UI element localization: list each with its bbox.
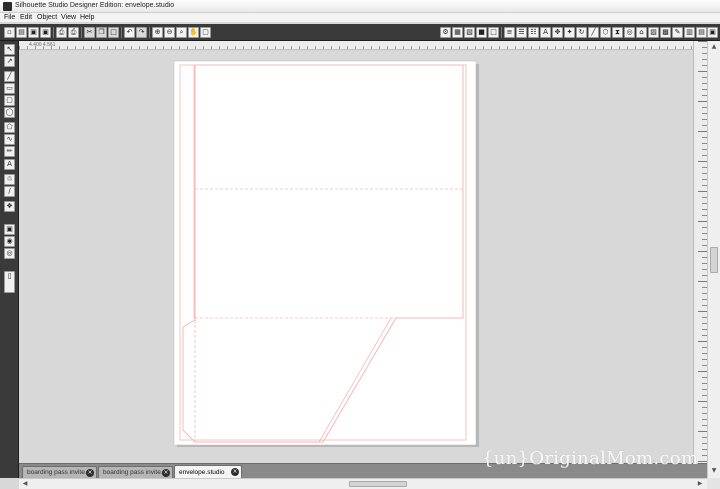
- vertical-scrollbar[interactable]: ▲ ▼: [707, 41, 720, 478]
- library-icon[interactable]: ◎: [624, 27, 635, 38]
- page-settings-icon[interactable]: ⚙: [440, 27, 451, 38]
- save-icon[interactable]: ▣: [28, 27, 39, 38]
- grid-settings-icon[interactable]: ▦: [452, 27, 463, 38]
- curve-tool-icon[interactable]: ∿: [4, 134, 15, 145]
- tab-boarding-pass-1[interactable]: boarding pass invite... ×: [22, 466, 97, 478]
- text-tool-icon[interactable]: A: [4, 159, 15, 170]
- scroll-down-icon[interactable]: ▼: [709, 466, 719, 476]
- scrollbar-corner: [707, 478, 720, 489]
- point-edit-icon[interactable]: ↗: [4, 56, 15, 67]
- cutting-mat-page: [173, 60, 477, 446]
- zoom-out-icon[interactable]: ⊖: [164, 27, 175, 38]
- undo-icon[interactable]: ↶: [124, 27, 135, 38]
- rounded-rect-tool-icon[interactable]: ▢: [4, 95, 15, 106]
- align-icon[interactable]: ☰: [516, 27, 527, 38]
- registration-icon[interactable]: ▧: [464, 27, 475, 38]
- new-document-icon[interactable]: ▫: [4, 27, 15, 38]
- cut-icon[interactable]: ✂: [84, 27, 95, 38]
- transform-icon[interactable]: ✥: [552, 27, 563, 38]
- select-tool-icon[interactable]: ↖: [4, 44, 15, 55]
- scroll-up-icon[interactable]: ▲: [709, 42, 719, 52]
- fill-pattern-icon[interactable]: ▩: [660, 27, 671, 38]
- vertical-scroll-thumb[interactable]: [710, 247, 718, 273]
- layers-icon[interactable]: ▣: [4, 224, 15, 235]
- scroll-right-icon[interactable]: ▶: [695, 479, 705, 489]
- pencil-icon[interactable]: ✎: [672, 27, 683, 38]
- menu-object[interactable]: Object: [37, 14, 57, 21]
- open-icon[interactable]: ▤: [16, 27, 27, 38]
- online-store-icon[interactable]: ◎: [4, 248, 15, 259]
- tab-boarding-pass-2[interactable]: boarding pass invite... ×: [98, 466, 173, 478]
- print-preview-icon[interactable]: ⎙: [68, 27, 79, 38]
- settings-icon[interactable]: ▣: [707, 27, 718, 38]
- menu-bar: File Edit Object View Help: [0, 13, 720, 23]
- redo-icon[interactable]: ↷: [136, 27, 147, 38]
- cut-settings-icon[interactable]: ⬡: [600, 27, 611, 38]
- panel-2-icon[interactable]: ▤: [696, 27, 707, 38]
- copy-icon[interactable]: ❐: [96, 27, 107, 38]
- scroll-left-icon[interactable]: ◀: [20, 479, 30, 489]
- window-title: Silhouette Studio Designer Edition: enve…: [15, 2, 175, 9]
- app-icon: [3, 2, 12, 11]
- pan-icon[interactable]: ✋: [188, 27, 199, 38]
- fill-color-icon[interactable]: ■: [476, 27, 487, 38]
- eraser-tool-icon[interactable]: ♲: [4, 174, 15, 185]
- line-tool-icon[interactable]: ╱: [4, 71, 15, 82]
- modify-icon[interactable]: ✦: [564, 27, 575, 38]
- knife-tool-icon[interactable]: ∕: [4, 186, 15, 197]
- cut-pane-icon[interactable]: ▯: [4, 271, 15, 293]
- fit-page-icon[interactable]: ▢: [200, 27, 211, 38]
- paste-icon[interactable]: □: [108, 27, 119, 38]
- line-style-icon[interactable]: ≡: [504, 27, 515, 38]
- menu-help[interactable]: Help: [80, 14, 94, 21]
- close-icon[interactable]: ×: [231, 468, 239, 476]
- main-toolbar: ▫ ▤ ▣ ▣ ⎙ ⎙ ✂ ❐ □ ↶ ↷ ⊕ ⊖ ⌕ ✋ ▢ ⚙ ▦ ▧ ■ …: [0, 24, 720, 41]
- rectangle-tool-icon[interactable]: ▭: [4, 83, 15, 94]
- zoom-in-icon[interactable]: ⊕: [152, 27, 163, 38]
- panel-icon[interactable]: ▥: [684, 27, 695, 38]
- replicate-icon[interactable]: A: [540, 27, 551, 38]
- right-ruler: [693, 41, 707, 478]
- close-icon[interactable]: ×: [162, 469, 170, 477]
- top-ruler: 4.400 4.561: [19, 41, 693, 50]
- close-icon[interactable]: ×: [86, 469, 94, 477]
- tab-envelope-studio[interactable]: envelope.studio ×: [174, 465, 242, 479]
- offset-icon[interactable]: ↻: [576, 27, 587, 38]
- menu-file[interactable]: File: [4, 14, 15, 21]
- freehand-tool-icon[interactable]: ✏: [4, 146, 15, 157]
- print-icon[interactable]: ⎙: [56, 27, 67, 38]
- menu-edit[interactable]: Edit: [20, 14, 32, 21]
- menu-view[interactable]: View: [61, 14, 76, 21]
- title-bar: Silhouette Studio Designer Edition: enve…: [0, 0, 720, 13]
- send-to-silhouette-icon[interactable]: ⧗: [612, 27, 623, 38]
- line-color-icon[interactable]: □: [488, 27, 499, 38]
- library-panel-icon[interactable]: ◉: [4, 236, 15, 247]
- ellipse-tool-icon[interactable]: ◯: [4, 107, 15, 118]
- horizontal-scroll-thumb[interactable]: [349, 481, 407, 487]
- horizontal-scrollbar[interactable]: ◀ ▶: [19, 478, 707, 489]
- canvas-drawing[interactable]: [19, 50, 693, 463]
- sketch-tool-icon[interactable]: ❖: [4, 201, 15, 212]
- watermark: {un}OriginalMom.com: [482, 448, 699, 469]
- store-icon[interactable]: ⌂: [636, 27, 647, 38]
- save-as-icon[interactable]: ▣: [40, 27, 51, 38]
- design-canvas[interactable]: [19, 50, 693, 463]
- zoom-select-icon[interactable]: ⌕: [176, 27, 187, 38]
- media-icon[interactable]: ▨: [648, 27, 659, 38]
- text-style-icon[interactable]: ☷: [528, 27, 539, 38]
- polygon-tool-icon[interactable]: ⬠: [4, 122, 15, 133]
- trace-icon[interactable]: ╱: [588, 27, 599, 38]
- left-toolbar: ↖ ↗ ╱ ▭ ▢ ◯ ⬠ ∿ ✏ A ♲ ∕ ❖ ▣ ◉ ◎ ▯: [0, 41, 19, 478]
